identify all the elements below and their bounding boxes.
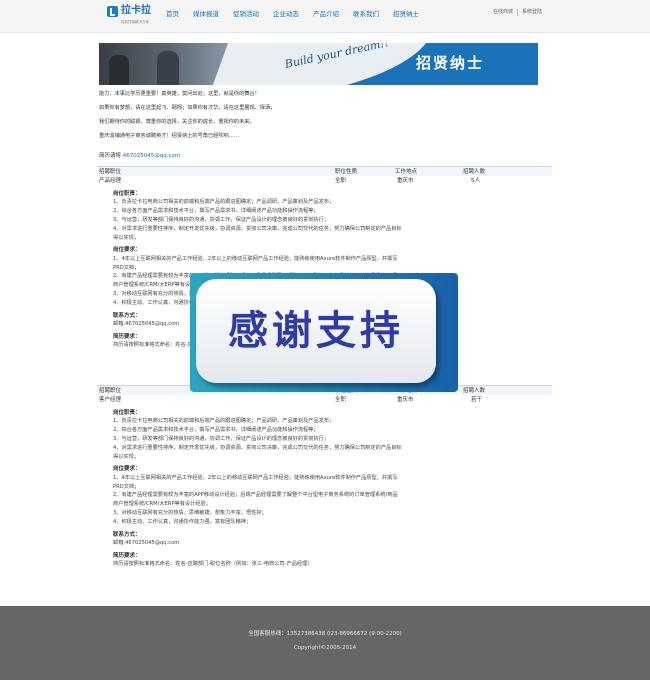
duties-title: 岗位职责： bbox=[113, 191, 141, 197]
footer-hotline: 全国客服热线：13527386438 023-86966672 (9:00-22… bbox=[248, 631, 402, 637]
requirement-line: 2、有建产品经理需要有较为丰富的APP移动设计经验；后端产品经理需要了解整个平台… bbox=[113, 492, 398, 499]
duty-line: 3、与运营，研发等部门保持良好的沟通，协调工作，保证产品设计的理念被良好的贯彻执… bbox=[113, 217, 329, 224]
intro-paragraph: 我们期待你的聪颖，尊重你的选择，关注你的成长，重视你的未来。 bbox=[99, 119, 255, 126]
intro-paragraph: 能力、本事比学历更重要！真英雄，莫问出处；这里，就是你的舞台！ bbox=[99, 91, 260, 97]
job-table-header: 招聘职位 职位性质 工作地点 招聘人数 bbox=[97, 166, 552, 176]
duty-line: 2、综合各方面产品需求和技术平台，撰写产品需求书，详细阐述产品功能和操作流程等； bbox=[113, 427, 319, 434]
job-type: 全职 bbox=[335, 397, 347, 403]
intro-paragraph: 如果你有梦想，请在这里起飞、翱翔；如果你有才华，请在这里展现、挥洒； bbox=[99, 105, 276, 112]
main-nav: 首页 媒体报道 促销活动 企业动态 产品介绍 联系我们 招贤纳士 bbox=[166, 10, 433, 19]
job-location: 重庆市 bbox=[397, 178, 414, 184]
duties-title: 岗位职责： bbox=[113, 410, 141, 416]
job-type: 全职 bbox=[335, 178, 347, 184]
footer-copyright: Copyright©2005-2014 bbox=[293, 645, 357, 651]
job-row: 产品经理 全职 重庆市 5人 bbox=[97, 176, 552, 186]
job-posting: 招聘职位 职位性质 工作地点 招聘人数 客户经理 全职 重庆市 若干 岗位职责：… bbox=[97, 385, 552, 569]
nav-promotions[interactable]: 促销活动 bbox=[233, 10, 259, 19]
thanks-overlay: 感谢支持 bbox=[190, 273, 458, 392]
nav-news[interactable]: 企业动态 bbox=[273, 10, 299, 19]
email-link[interactable]: 467025045@qq.com bbox=[123, 153, 180, 159]
duty-line: 3、与运营，研发等部门保持良好的沟通，协调工作，保证产品设计的理念被良好的贯彻执… bbox=[113, 436, 329, 443]
system-login-link[interactable]: 系统登陆 bbox=[516, 9, 546, 16]
intro-paragraph: 重庆渝铺通电子商务诚聘英才！招贤纳士的号角已经吹响…… bbox=[99, 133, 240, 140]
requirement-line: 商户管理系统/CRM/大ERP等有设计经验； bbox=[113, 501, 211, 508]
intro-text: 能力、本事比学历更重要！真英雄，莫问出处；这里，就是你的舞台！ 如果你有梦想，请… bbox=[99, 91, 539, 147]
banner-curve bbox=[206, 43, 432, 85]
job-details: 岗位职责： 1、负责拉卡拉电商公司相关的前端和后端产品的跟进图确定；产品调研、产… bbox=[97, 410, 552, 569]
resume-title: 简历要求： bbox=[113, 552, 141, 559]
requirements-title: 岗位要求： bbox=[113, 247, 141, 254]
logo[interactable]: 拉卡拉 智能终端解决方案 bbox=[107, 5, 151, 24]
requirement-line: PRD文档； bbox=[113, 483, 140, 490]
recruit-banner: Build your dream!! 招贤纳士 bbox=[99, 43, 538, 85]
thanks-text: 感谢支持 bbox=[228, 308, 404, 354]
duty-line: 4、对需求进行重要性排序，制定开发优先级，协调资源，贯彻公司决策，完成公司交代的… bbox=[113, 444, 402, 451]
job-count: 5人 bbox=[471, 178, 480, 184]
top-links: 在线商城 系统登陆 bbox=[489, 9, 546, 16]
duty-line: 2、综合各方面产品需求和技术平台，撰写产品需求书，详细阐述产品功能和操作流程等； bbox=[113, 208, 319, 215]
requirement-line: 1、4年以上互联网相关的产品工作经验，2年以上的移动互联网产品工作经验；能熟练使… bbox=[113, 255, 398, 262]
contact-email: 邮箱:467025045@qq.com bbox=[113, 540, 180, 547]
logo-icon bbox=[107, 6, 118, 17]
email-label: 简历请将 bbox=[99, 153, 122, 159]
resume-format: 简历请按照标准格式命名：姓名-应聘部门-职位名称（例如：张三-电商公司-产品经理… bbox=[113, 561, 313, 568]
requirements-title: 岗位要求： bbox=[113, 466, 141, 473]
job-location: 重庆市 bbox=[397, 397, 414, 403]
logo-name: 拉卡拉 bbox=[121, 5, 151, 16]
duty-line: 得以实现； bbox=[113, 234, 139, 241]
requirement-line: 1、4年以上互联网相关的产品工作经验，2年以上的移动互联网产品工作经验；能熟练使… bbox=[113, 474, 398, 481]
resume-email-line: 简历请将 467025045@qq.com bbox=[99, 153, 180, 160]
nav-media[interactable]: 媒体报道 bbox=[193, 10, 219, 19]
thanks-card: 感谢支持 bbox=[196, 279, 436, 383]
site-footer: 全国客服热线：13527386438 023-86966672 (9:00-22… bbox=[0, 606, 650, 680]
duty-line: 1、负责拉卡拉电商公司相关的前端和后端产品的跟进图确定；产品调研、产品策划及产品… bbox=[113, 418, 335, 425]
site-header: 拉卡拉 智能终端解决方案 首页 媒体报道 促销活动 企业动态 产品介绍 联系我们… bbox=[0, 0, 650, 33]
duty-line: 1、负责拉卡拉电商公司相关的前端和后端产品的跟进图确定；产品调研、产品策划及产品… bbox=[113, 199, 335, 206]
nav-recruitment[interactable]: 招贤纳士 bbox=[393, 10, 419, 19]
requirement-line: 3、对移动互联网有充分的热情，思维敏捷，想象力丰富，悟性好； bbox=[113, 510, 267, 517]
online-mall-link[interactable]: 在线商城 bbox=[489, 9, 517, 16]
requirement-line: PRD文档； bbox=[113, 264, 140, 271]
nav-contact[interactable]: 联系我们 bbox=[353, 10, 379, 19]
job-count: 若干 bbox=[471, 397, 483, 403]
logo-subtitle: 智能终端解决方案 bbox=[121, 20, 149, 24]
contact-title: 联系方式： bbox=[113, 531, 141, 538]
requirement-line: 4、积极主动、工作认真，沟通协作能力强，富有团队精神； bbox=[113, 518, 252, 525]
job-title: 客户经理 bbox=[99, 397, 122, 403]
banner-title: 招贤纳士 bbox=[416, 54, 485, 72]
duty-line: 4、对需求进行重要性排序，制定开发优先级，协调资源，贯彻公司决策，完成公司交代的… bbox=[113, 225, 402, 232]
job-row: 客户经理 全职 重庆市 若干 bbox=[97, 395, 552, 405]
nav-home[interactable]: 首页 bbox=[166, 10, 179, 19]
duty-line: 得以实现； bbox=[113, 453, 139, 460]
job-title: 产品经理 bbox=[99, 178, 122, 184]
nav-products[interactable]: 产品介绍 bbox=[313, 10, 339, 19]
